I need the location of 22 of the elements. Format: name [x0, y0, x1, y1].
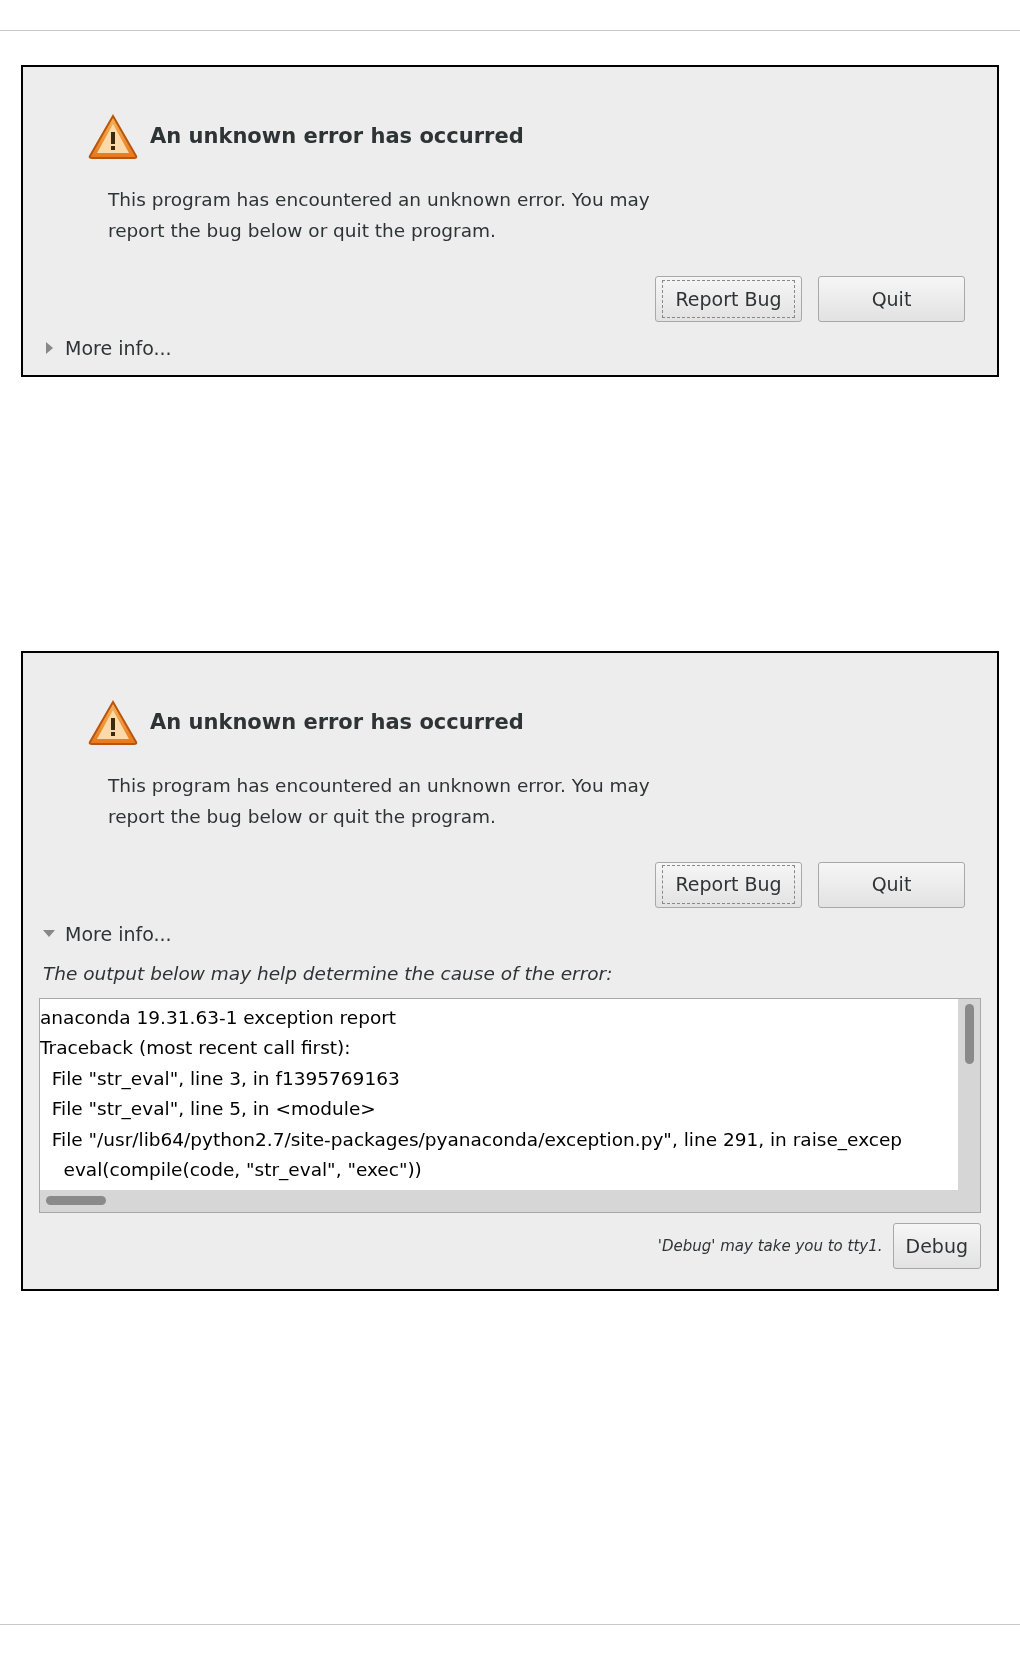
- error-message: This program has encountered an unknown error. You may report the bug below or quit the program.: [108, 773, 651, 829]
- error-message: This program has encountered an unknown error. You may report the bug below or quit the program.: [108, 188, 651, 243]
- dialog-button[interactable]: Report Bug: [655, 276, 802, 322]
- more-info-expander[interactable]: More info...: [43, 919, 172, 948]
- dialog-button[interactable]: Quit: [818, 276, 965, 322]
- traceback-line: anaconda 19.31.63-1 exception report: [40, 1005, 397, 1030]
- dialog-button[interactable]: Quit: [818, 861, 965, 908]
- warning-icon: [88, 699, 138, 746]
- traceback-line: File "/usr/lib64/python2.7/site-packages/pyanaconda/exception.py", line 291, in raise_excep: [50, 1127, 903, 1153]
- dialog-button[interactable]: Report Bug: [655, 861, 802, 908]
- debug-note: 'Debug' may take you to tty1.: [657, 1235, 883, 1257]
- traceback-line: File "str_eval", line 3, in f1395769163: [50, 1066, 400, 1092]
- traceback-line: File "str_eval", line 5, in <module>: [50, 1097, 376, 1122]
- more-info-expander[interactable]: More info...: [43, 334, 172, 363]
- traceback-line: Traceback (most recent call first):: [40, 1036, 351, 1061]
- dialog-title: An unknown error has occurred: [150, 123, 524, 151]
- dialog-title: An unknown error has occurred: [150, 708, 524, 736]
- details-hint: The output below may help determine the cause of the error:: [43, 962, 614, 986]
- warning-icon: [88, 114, 138, 160]
- triangle-right-icon: [43, 342, 55, 355]
- traceback-line: eval(compile(code, "str_eval", "exec")): [62, 1158, 422, 1183]
- debug-button[interactable]: Debug: [892, 1222, 981, 1269]
